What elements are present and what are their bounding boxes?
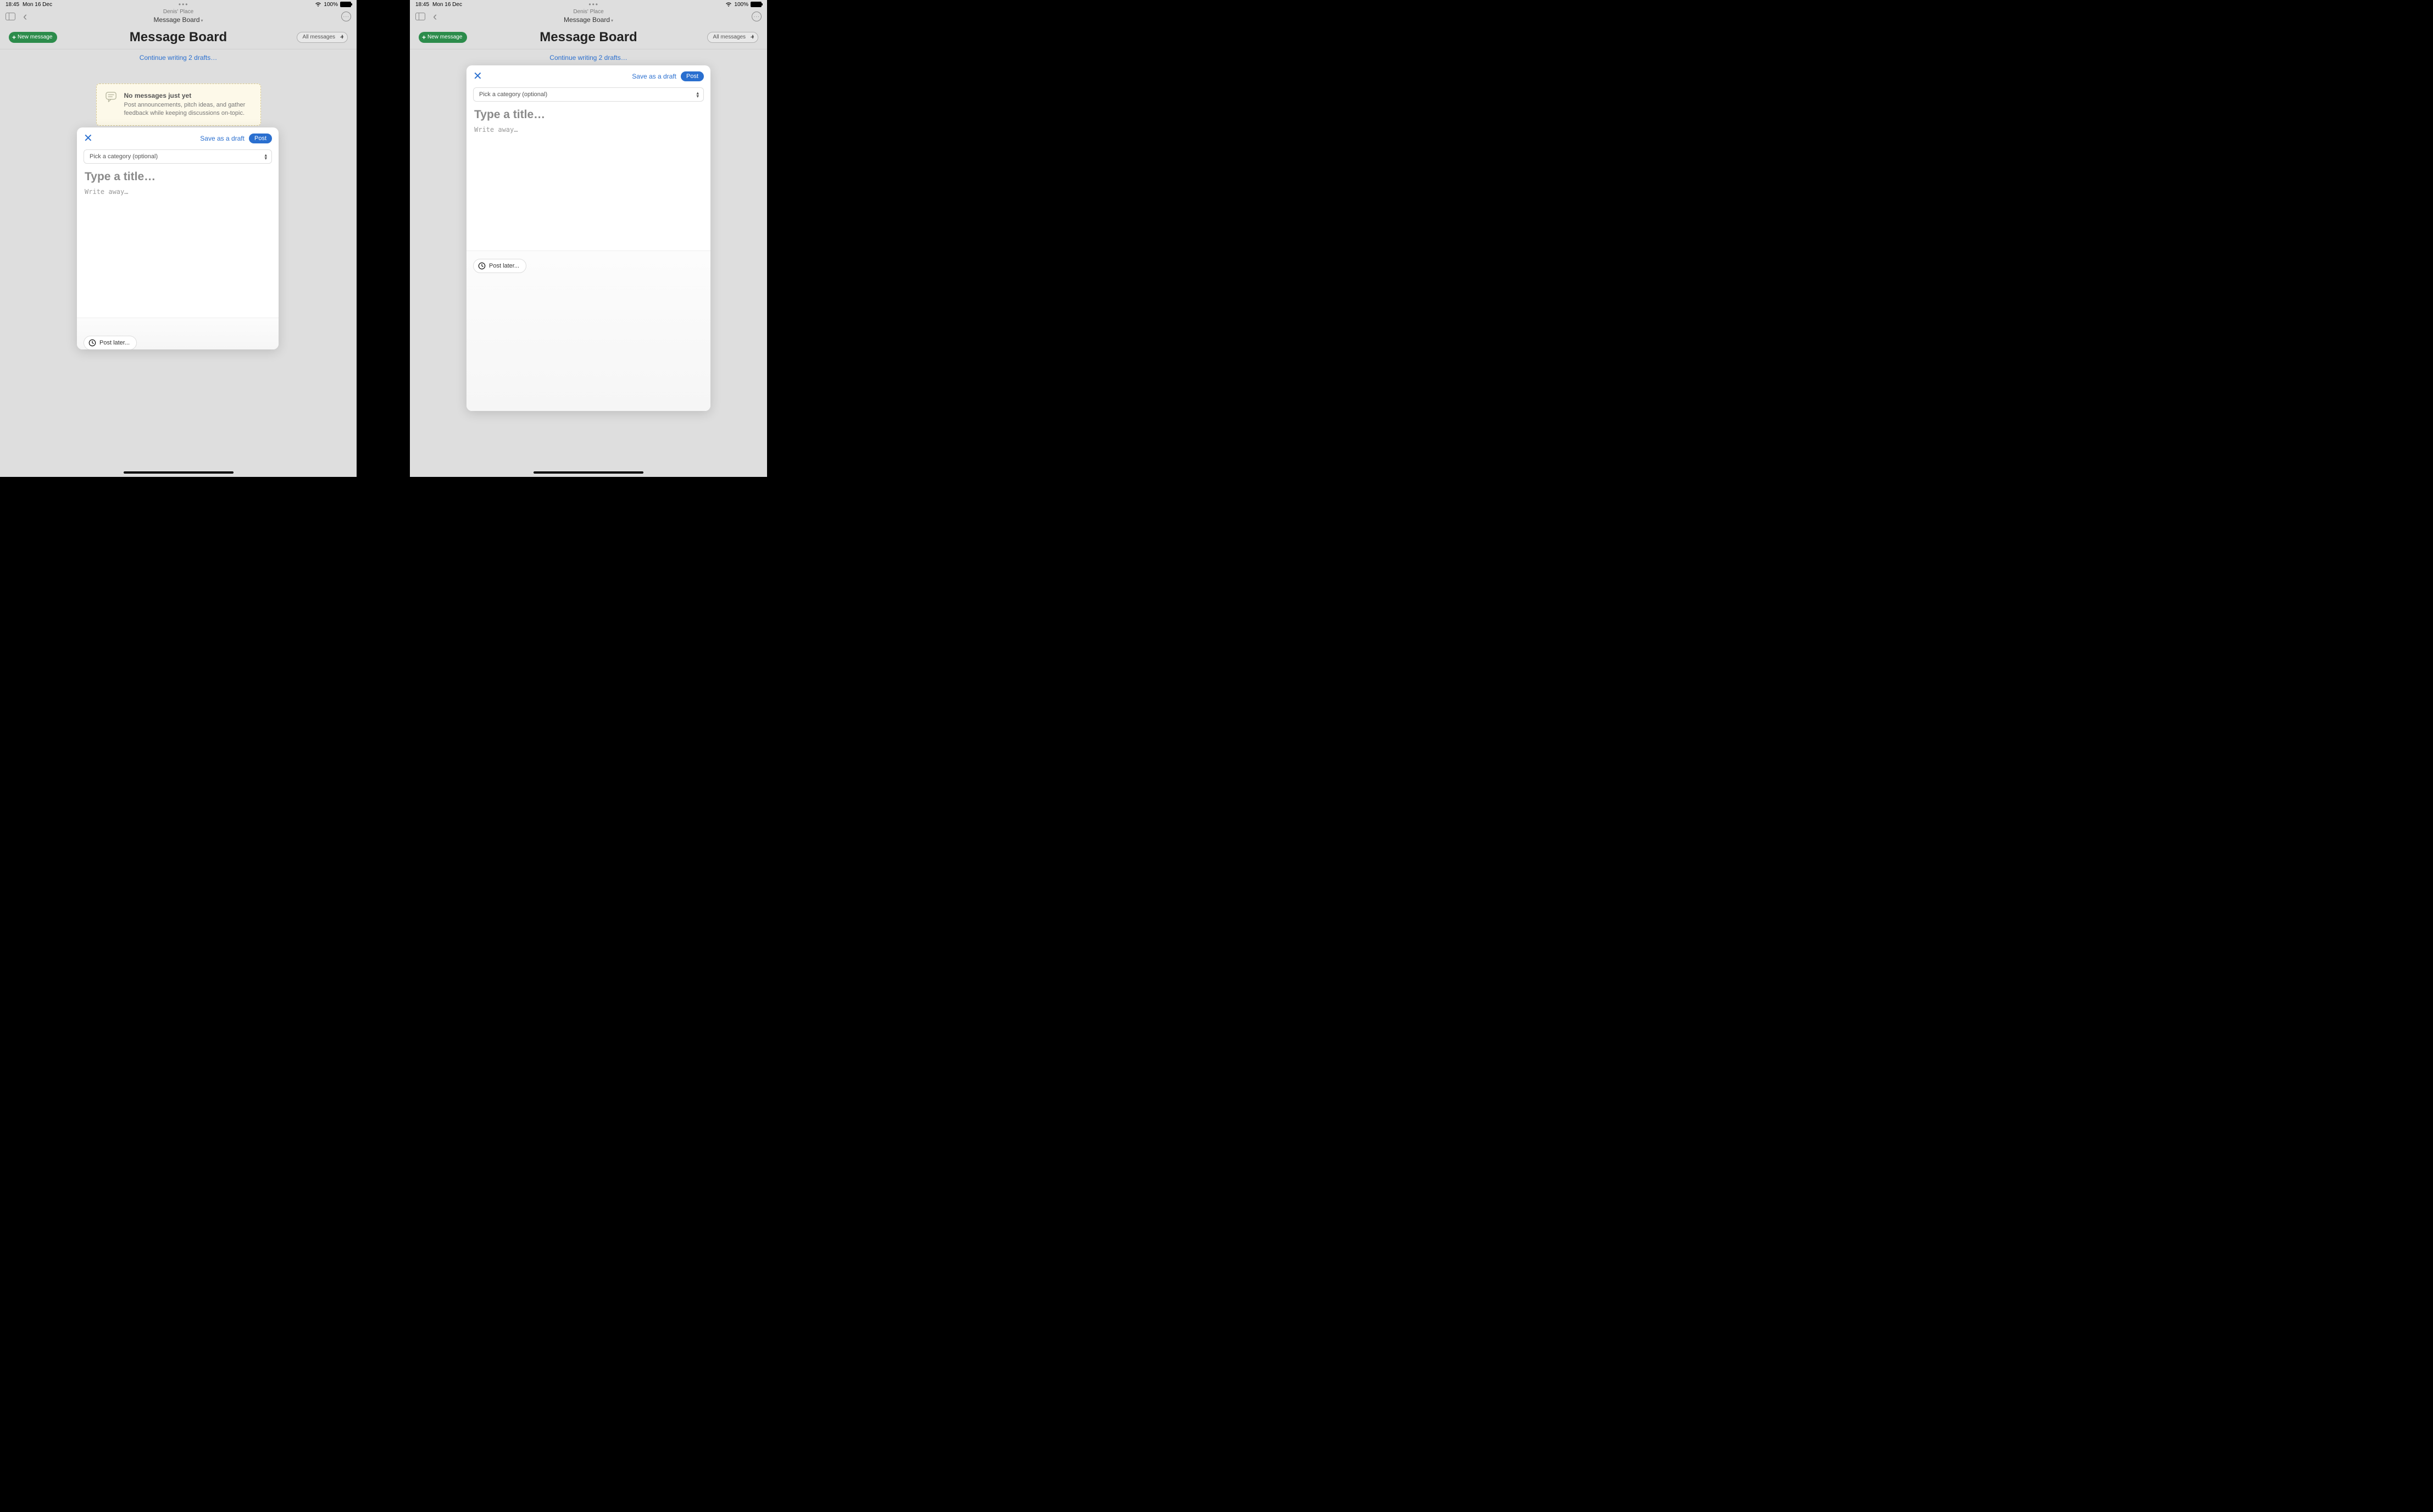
clock-icon: [478, 262, 486, 270]
home-indicator[interactable]: [124, 471, 234, 474]
title-input[interactable]: [77, 168, 279, 187]
nav-title[interactable]: Message Board: [564, 16, 610, 24]
continue-drafts-link[interactable]: Continue writing 2 drafts…: [410, 49, 767, 64]
compose-modal: ✕ Save as a draft Post Pick a category (…: [466, 65, 710, 411]
body-input[interactable]: [466, 125, 710, 251]
post-button[interactable]: Post: [681, 71, 704, 81]
chat-bubble-icon: [105, 92, 118, 103]
status-time: 18:45: [5, 2, 19, 8]
close-icon[interactable]: ✕: [84, 133, 93, 144]
new-message-button[interactable]: + New message: [419, 32, 467, 43]
new-message-button[interactable]: + New message: [9, 32, 57, 43]
toolbar: + New message Message Board All messages…: [0, 25, 357, 49]
empty-state-card: No messages just yet Post announcements,…: [96, 84, 261, 126]
multitask-ellipsis-icon[interactable]: •••: [588, 1, 599, 8]
continue-drafts-link[interactable]: Continue writing 2 drafts…: [0, 49, 357, 64]
screenshot-right: 18:45 Mon 16 Dec ••• 100% ‹ Denis' Place…: [410, 0, 767, 477]
battery-icon: [340, 2, 351, 7]
category-select[interactable]: Pick a category (optional) ▴▾: [84, 149, 272, 164]
wifi-icon: [315, 2, 321, 7]
toolbar: + New message Message Board All messages…: [410, 25, 767, 49]
empty-state-body: Post announcements, pitch ideas, and gat…: [124, 101, 252, 118]
select-arrows-icon: ▴▾: [341, 35, 343, 40]
body-input[interactable]: [77, 187, 279, 318]
plus-icon: +: [12, 34, 16, 41]
save-draft-button[interactable]: Save as a draft: [632, 73, 676, 80]
battery-percent: 100%: [324, 2, 338, 8]
chevron-down-icon: ▾: [611, 18, 613, 23]
clock-icon: [88, 339, 96, 347]
status-time: 18:45: [415, 2, 429, 8]
nav-subtitle: Denis' Place: [0, 9, 357, 15]
status-bar: 18:45 Mon 16 Dec ••• 100%: [0, 0, 357, 8]
nav-row: ‹ Denis' Place Message Board▾ ···: [410, 8, 767, 25]
battery-icon: [751, 2, 762, 7]
select-arrows-icon: ▴▾: [264, 153, 267, 160]
screenshot-left: 18:45 Mon 16 Dec ••• 100% ‹ Denis' Place…: [0, 0, 357, 477]
nav-row: ‹ Denis' Place Message Board▾ ···: [0, 8, 357, 25]
post-later-button[interactable]: Post later...: [84, 336, 137, 349]
category-select[interactable]: Pick a category (optional) ▴▾: [473, 87, 704, 102]
post-later-button[interactable]: Post later...: [473, 259, 526, 273]
filter-select[interactable]: All messages ▴▾: [707, 32, 758, 43]
status-bar: 18:45 Mon 16 Dec ••• 100%: [410, 0, 767, 8]
battery-percent: 100%: [734, 2, 748, 8]
compose-modal: ✕ Save as a draft Post Pick a category (…: [77, 127, 279, 349]
plus-icon: +: [422, 34, 426, 41]
more-options-icon[interactable]: ···: [341, 12, 351, 21]
home-indicator[interactable]: [534, 471, 643, 474]
nav-subtitle: Denis' Place: [410, 9, 767, 15]
status-date: Mon 16 Dec: [23, 2, 52, 8]
panel-gap: [357, 0, 410, 477]
select-arrows-icon: ▴▾: [752, 35, 754, 40]
save-draft-button[interactable]: Save as a draft: [200, 135, 245, 142]
post-button[interactable]: Post: [249, 134, 272, 143]
close-icon[interactable]: ✕: [473, 71, 482, 82]
empty-state-title: No messages just yet: [124, 92, 252, 99]
select-arrows-icon: ▴▾: [696, 91, 699, 98]
title-input[interactable]: [466, 106, 710, 125]
wifi-icon: [725, 2, 732, 7]
filter-select[interactable]: All messages ▴▾: [297, 32, 348, 43]
sidebar-toggle-icon[interactable]: [415, 13, 425, 20]
chevron-down-icon: ▾: [201, 18, 203, 23]
sidebar-toggle-icon[interactable]: [5, 13, 15, 20]
nav-title[interactable]: Message Board: [153, 16, 199, 24]
back-button[interactable]: ‹: [433, 10, 437, 23]
status-date: Mon 16 Dec: [432, 2, 462, 8]
more-options-icon[interactable]: ···: [752, 12, 762, 21]
multitask-ellipsis-icon[interactable]: •••: [179, 1, 189, 8]
back-button[interactable]: ‹: [23, 10, 27, 23]
